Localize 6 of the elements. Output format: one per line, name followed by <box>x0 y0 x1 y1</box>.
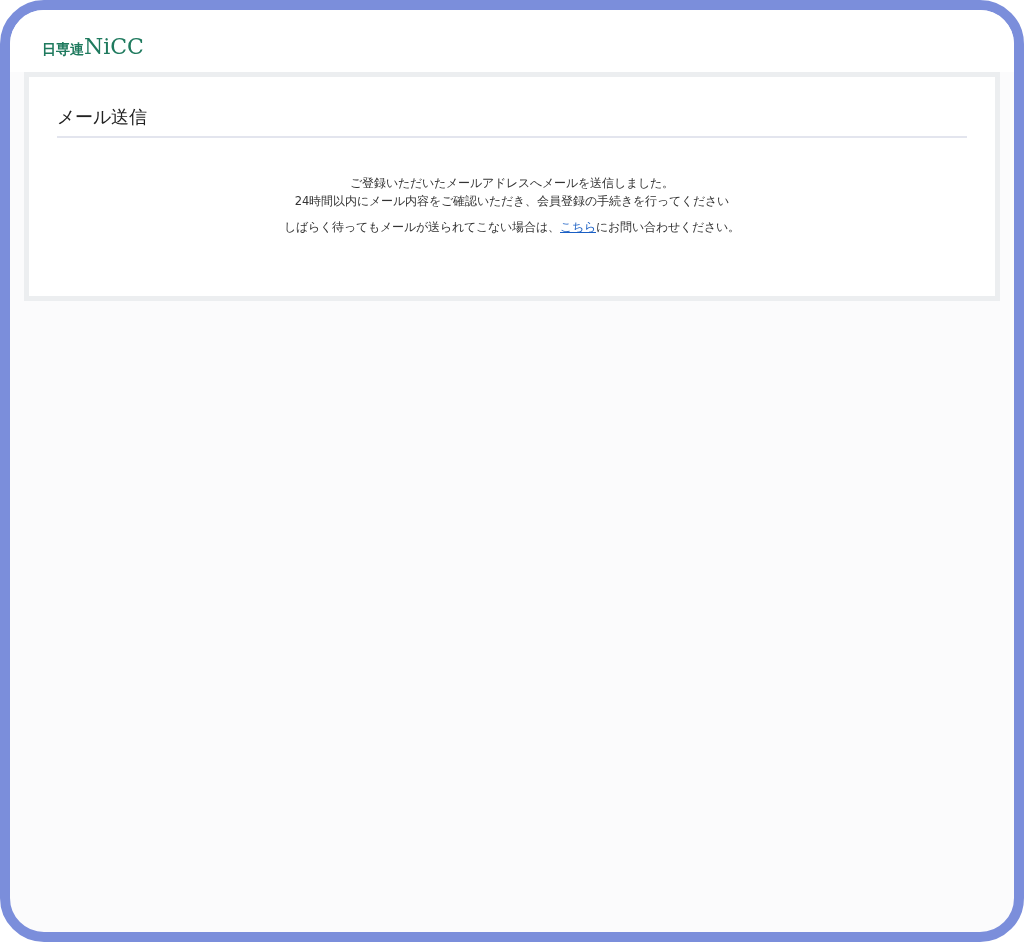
contact-link[interactable]: こちら <box>560 220 596 234</box>
contact-text: しばらく待ってもメールが送られてこない場合は、こちら にお問い合わせください。 <box>284 219 740 236</box>
message-text: 24時間以内にメール内容をご確認いただき、会員登録の手続きを行ってください <box>294 193 730 210</box>
logo[interactable]: 日専連NiCC <box>42 36 144 58</box>
message-text: ご登録いただいたメールアドレスへメールを送信しました。 <box>350 175 674 192</box>
page-title: メール送信 <box>57 103 967 138</box>
